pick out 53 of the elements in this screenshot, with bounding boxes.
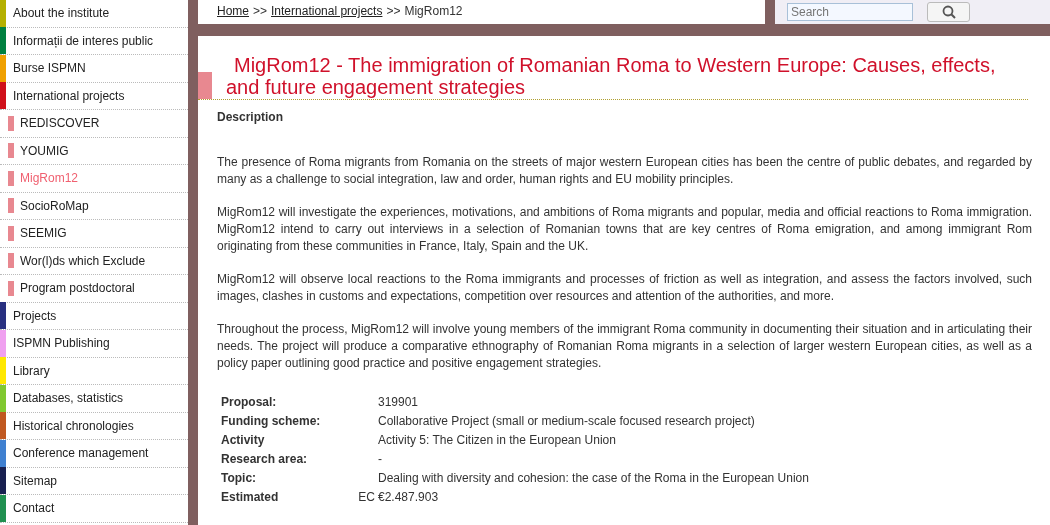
sidebar-item[interactable]: YOUMIG (20, 143, 69, 158)
bullet-icon (8, 225, 14, 241)
article-title: MigRom12 - The immigration of Romanian Roma to Western Europe: Causes, effects, and future engagement strategies (226, 54, 997, 99)
section-heading: Description (217, 110, 284, 124)
breadcrumb-link[interactable]: Home (217, 4, 249, 18)
sidebar-item[interactable]: Wor(l)ds which Exclude (20, 253, 146, 268)
detail-value: 319901 (378, 395, 419, 409)
breadcrumb-link[interactable]: International projects (271, 4, 383, 18)
sidebar-item[interactable]: Burse ISPMN (13, 61, 86, 76)
sidebar-item[interactable]: About the institute (13, 6, 110, 21)
detail-label: Proposal: (221, 394, 277, 411)
breadcrumb-separator: >> (386, 4, 401, 18)
bullet-icon (8, 253, 14, 269)
detail-value: Activity 5: The Citizen in the European Union (378, 433, 616, 447)
title-marker (198, 72, 212, 99)
search-field[interactable]: Search (787, 3, 913, 21)
detail-value: €2.487.903 (378, 490, 439, 504)
sidebar-item[interactable]: REDISCOVER (20, 116, 100, 131)
detail-value: Collaborative Project (small or medium-scale focused research project) (378, 414, 755, 428)
sidebar-item[interactable]: Conference management (13, 446, 149, 461)
bullet-icon (8, 280, 14, 296)
bullet-icon (8, 170, 14, 186)
search-button[interactable] (927, 2, 970, 22)
search-icon (941, 5, 956, 19)
sidebar-item[interactable]: ISPMN Publishing (13, 336, 110, 351)
bullet-icon (8, 143, 14, 159)
sidebar-item[interactable]: SocioRoMap (20, 198, 89, 213)
sidebar-item[interactable]: Databases, statistics (13, 391, 124, 406)
breadcrumb-current: MigRom12 (404, 4, 463, 18)
detail-prefix: EC (358, 489, 375, 506)
sidebar-item[interactable]: Program postdoctoral (20, 281, 135, 296)
paragraph: The presence of Roma migrants from Romania on the streets of major western European cities has been the centre of public debates, and regarded by many as a challenge to social integration, law and order, human rights and EU mobility principles. (217, 154, 1032, 188)
sidebar-item[interactable]: Sitemap (13, 473, 58, 488)
breadcrumb-separator: >> (253, 4, 268, 18)
detail-label: Topic: (221, 470, 257, 487)
sidebar-item[interactable]: SEEMIG (20, 226, 67, 241)
paragraph: MigRom12 will investigate the experiences, motivations, and ambitions of Roma migrants and popular, media and official reactions to Roma immigration. MigRom12 intend to carry out interviews in a selection of Romanian towns that are key centres of Roma emigration, and among immigrant Rom originating from these communities in France, Italy, Spain and the UK. (217, 204, 1032, 255)
bullet-icon (8, 198, 14, 214)
paragraph: Throughout the process, MigRom12 will involve young members of the immigrant Roma community in documenting their situation and in articulating their needs. The project will produce a comparative ethnography of Romanian Roma migrants in a selection of larger western European cities, as well as a policy paper outlining good practice and positive engagement strategies. (217, 321, 1032, 372)
detail-label: Funding scheme: (221, 413, 321, 430)
sidebar-item[interactable]: International projects (13, 88, 125, 103)
bullet-icon (8, 115, 14, 131)
sidebar-item[interactable]: Projects (13, 308, 57, 323)
detail-value: Dealing with diversity and cohesion: the case of the Roma in the European Union (378, 471, 809, 485)
detail-label: Activity (221, 432, 265, 449)
sidebar-item[interactable]: Library (13, 363, 50, 378)
sidebar-item[interactable]: Informații de interes public (13, 33, 154, 48)
detail-label: Estimated (221, 489, 279, 506)
paragraph: MigRom12 will observe local reactions to the Roma immigrants and processes of friction as well as integration, and assess the factors involved, such images, clashes in customs and expectations, competition over resources and attention of the authorities, and more. (217, 271, 1032, 305)
detail-label: Research area: (221, 451, 308, 468)
sidebar-item[interactable]: Historical chronologies (13, 418, 134, 433)
sidebar-item[interactable]: Contact (13, 501, 55, 516)
detail-value: - (378, 452, 382, 466)
